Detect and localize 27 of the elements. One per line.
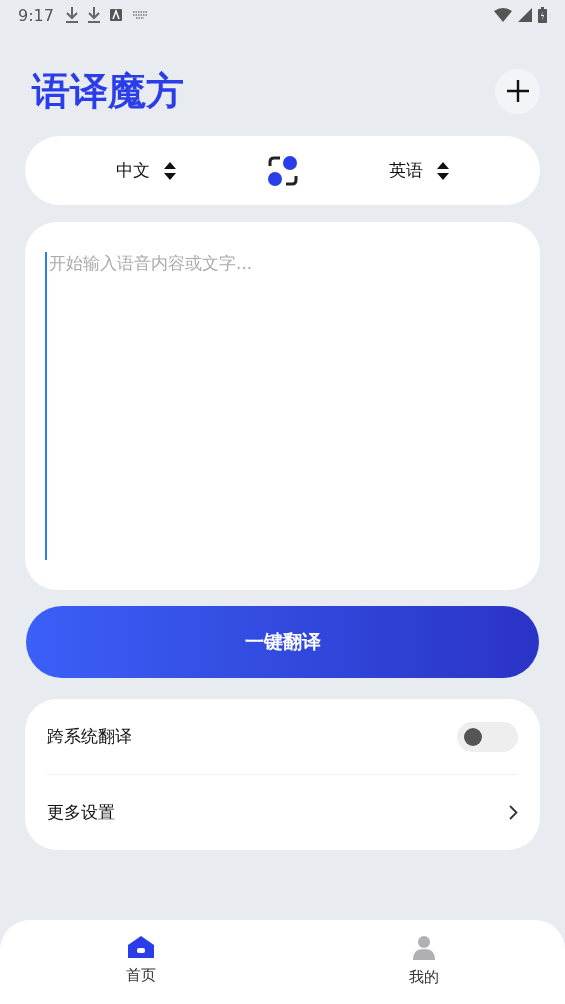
swap-icon xyxy=(266,154,299,187)
battery-icon xyxy=(538,7,547,23)
sort-arrows-icon xyxy=(163,161,176,180)
keyboard-icon xyxy=(131,10,148,20)
toggle-switch[interactable] xyxy=(457,721,518,752)
add-button[interactable] xyxy=(495,68,540,114)
download-icon xyxy=(87,7,100,23)
nav-tab[interactable]: 首页 xyxy=(0,920,283,1004)
home-icon xyxy=(128,936,155,958)
text-input-field[interactable]: 开始输入语音内容或文字... xyxy=(25,222,540,590)
plus-icon xyxy=(506,80,529,102)
person-icon xyxy=(412,936,435,960)
keyboard-letter-icon xyxy=(109,9,122,21)
chevron-right-icon[interactable] xyxy=(509,805,518,820)
download-icon xyxy=(65,7,78,23)
app-title: 语译魔方 xyxy=(32,67,184,115)
translate-button[interactable]: 一键翻译 xyxy=(26,606,539,678)
wifi-icon xyxy=(494,8,512,22)
status-time: 9:17 xyxy=(18,5,54,25)
sort-arrows-icon xyxy=(437,161,450,180)
nav-tab[interactable]: 我的 xyxy=(282,920,565,1004)
swap-languages-button[interactable] xyxy=(266,154,299,187)
signal-icon xyxy=(518,8,532,22)
setting-label: 更多设置 xyxy=(47,801,115,824)
setting-label: 跨系统翻译 xyxy=(47,725,132,748)
source-language-selector[interactable]: 中文 xyxy=(25,158,267,183)
target-language-selector[interactable]: 英语 xyxy=(298,158,540,183)
